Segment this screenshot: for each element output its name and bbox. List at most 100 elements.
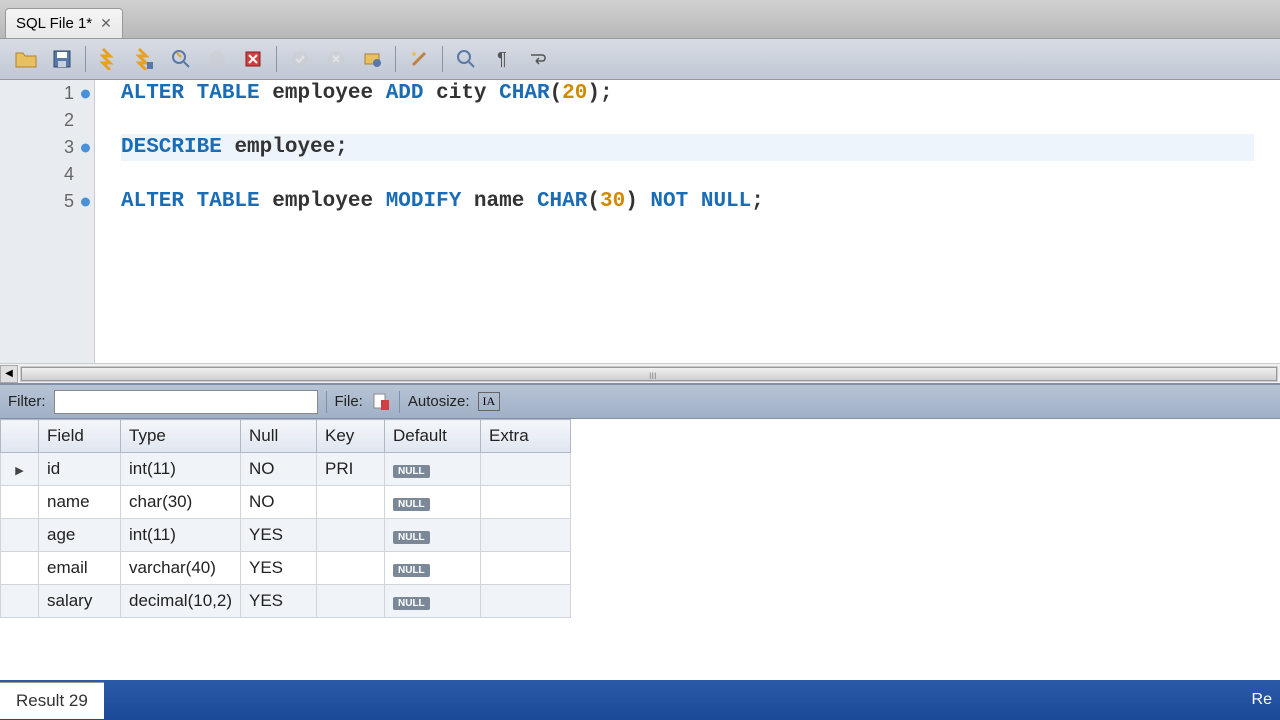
separator (276, 46, 277, 72)
column-header[interactable]: Default (385, 420, 481, 453)
row-indicator[interactable] (1, 486, 39, 519)
result-table[interactable]: FieldTypeNullKeyDefaultExtraidint(11)NOP… (0, 419, 571, 618)
scroll-left-arrow[interactable]: ◀ (0, 365, 18, 383)
column-header[interactable]: Null (241, 420, 317, 453)
separator (326, 391, 327, 413)
null-badge: NULL (393, 531, 430, 544)
filter-label: Filter: (8, 393, 46, 410)
scroll-track[interactable]: III (20, 366, 1278, 382)
table-cell[interactable]: YES (241, 552, 317, 585)
gutter-line: 4 (0, 161, 94, 188)
table-cell[interactable] (317, 552, 385, 585)
code-line[interactable]: DESCRIBE employee; (121, 134, 1254, 161)
column-header[interactable]: Extra (481, 420, 571, 453)
open-file-button[interactable] (10, 43, 42, 75)
show-invisible-button[interactable]: ¶ (486, 43, 518, 75)
table-row[interactable]: namechar(30)NO NULL (1, 486, 571, 519)
null-badge: NULL (393, 564, 430, 577)
sql-editor[interactable]: 12345 ALTER TABLE employee ADD city CHAR… (0, 80, 1280, 363)
code-area[interactable]: ALTER TABLE employee ADD city CHAR(20); D… (95, 80, 1280, 363)
execute-button[interactable] (93, 43, 125, 75)
explain-button[interactable] (165, 43, 197, 75)
table-row[interactable]: ageint(11)YES NULL (1, 519, 571, 552)
table-cell[interactable]: id (39, 453, 121, 486)
row-indicator[interactable] (1, 585, 39, 618)
table-cell[interactable]: NULL (385, 486, 481, 519)
table-row[interactable]: salarydecimal(10,2)YES NULL (1, 585, 571, 618)
autosize-button[interactable]: IA (478, 392, 501, 411)
close-icon[interactable]: ✕ (100, 15, 112, 32)
results-header: Filter: File: Autosize: IA (0, 383, 1280, 419)
null-badge: NULL (393, 465, 430, 478)
separator (395, 46, 396, 72)
table-cell[interactable] (317, 519, 385, 552)
table-cell[interactable]: NULL (385, 453, 481, 486)
table-cell[interactable] (481, 552, 571, 585)
table-cell[interactable] (481, 453, 571, 486)
execute-current-button[interactable] (129, 43, 161, 75)
code-line[interactable] (121, 107, 1254, 134)
toolbar: ¶ (0, 38, 1280, 80)
line-gutter: 12345 (0, 80, 95, 363)
breakpoint-dot-icon (81, 197, 90, 206)
table-cell[interactable]: age (39, 519, 121, 552)
row-indicator[interactable] (1, 552, 39, 585)
code-line[interactable]: ALTER TABLE employee ADD city CHAR(20); (121, 80, 1254, 107)
column-header[interactable]: Type (121, 420, 241, 453)
table-cell[interactable]: int(11) (121, 519, 241, 552)
save-button[interactable] (46, 43, 78, 75)
table-cell[interactable]: YES (241, 519, 317, 552)
column-header[interactable]: Key (317, 420, 385, 453)
table-cell[interactable]: YES (241, 585, 317, 618)
table-cell[interactable]: PRI (317, 453, 385, 486)
export-file-icon[interactable] (371, 392, 391, 412)
horizontal-scrollbar[interactable]: ◀ III (0, 363, 1280, 383)
table-cell[interactable]: NULL (385, 519, 481, 552)
table-cell[interactable]: salary (39, 585, 121, 618)
row-indicator[interactable] (1, 519, 39, 552)
table-cell[interactable]: name (39, 486, 121, 519)
tab-title: SQL File 1* (16, 15, 92, 32)
table-cell[interactable]: varchar(40) (121, 552, 241, 585)
gutter-line: 3 (0, 134, 94, 161)
table-cell[interactable]: decimal(10,2) (121, 585, 241, 618)
separator (85, 46, 86, 72)
scroll-thumb[interactable]: III (21, 367, 1277, 381)
autocommit-button[interactable] (356, 43, 388, 75)
table-cell[interactable] (481, 519, 571, 552)
beautify-button[interactable] (403, 43, 435, 75)
table-cell[interactable] (481, 585, 571, 618)
table-row[interactable]: idint(11)NOPRI NULL (1, 453, 571, 486)
table-cell[interactable]: NO (241, 486, 317, 519)
table-cell[interactable]: char(30) (121, 486, 241, 519)
tab-bar: SQL File 1* ✕ (0, 0, 1280, 38)
code-line[interactable] (121, 161, 1254, 188)
gutter-line: 2 (0, 107, 94, 134)
null-badge: NULL (393, 597, 430, 610)
table-row[interactable]: emailvarchar(40)YES NULL (1, 552, 571, 585)
row-indicator[interactable] (1, 453, 39, 486)
table-cell[interactable] (481, 486, 571, 519)
table-cell[interactable]: email (39, 552, 121, 585)
commit-button (284, 43, 316, 75)
separator (399, 391, 400, 413)
table-cell[interactable]: NULL (385, 585, 481, 618)
stop-all-button[interactable] (237, 43, 269, 75)
row-header-blank (1, 420, 39, 453)
table-cell[interactable]: int(11) (121, 453, 241, 486)
result-tab[interactable]: Result 29 (0, 682, 104, 719)
stop-button (201, 43, 233, 75)
status-right-text: Re (1252, 691, 1280, 709)
find-button[interactable] (450, 43, 482, 75)
file-tab[interactable]: SQL File 1* ✕ (5, 8, 123, 38)
table-cell[interactable]: NULL (385, 552, 481, 585)
table-cell[interactable]: NO (241, 453, 317, 486)
wrap-button[interactable] (522, 43, 554, 75)
filter-input[interactable] (54, 390, 318, 414)
table-cell[interactable] (317, 585, 385, 618)
rollback-button (320, 43, 352, 75)
status-bar: Result 29 Re (0, 680, 1280, 720)
column-header[interactable]: Field (39, 420, 121, 453)
code-line[interactable]: ALTER TABLE employee MODIFY name CHAR(30… (121, 188, 1254, 215)
table-cell[interactable] (317, 486, 385, 519)
